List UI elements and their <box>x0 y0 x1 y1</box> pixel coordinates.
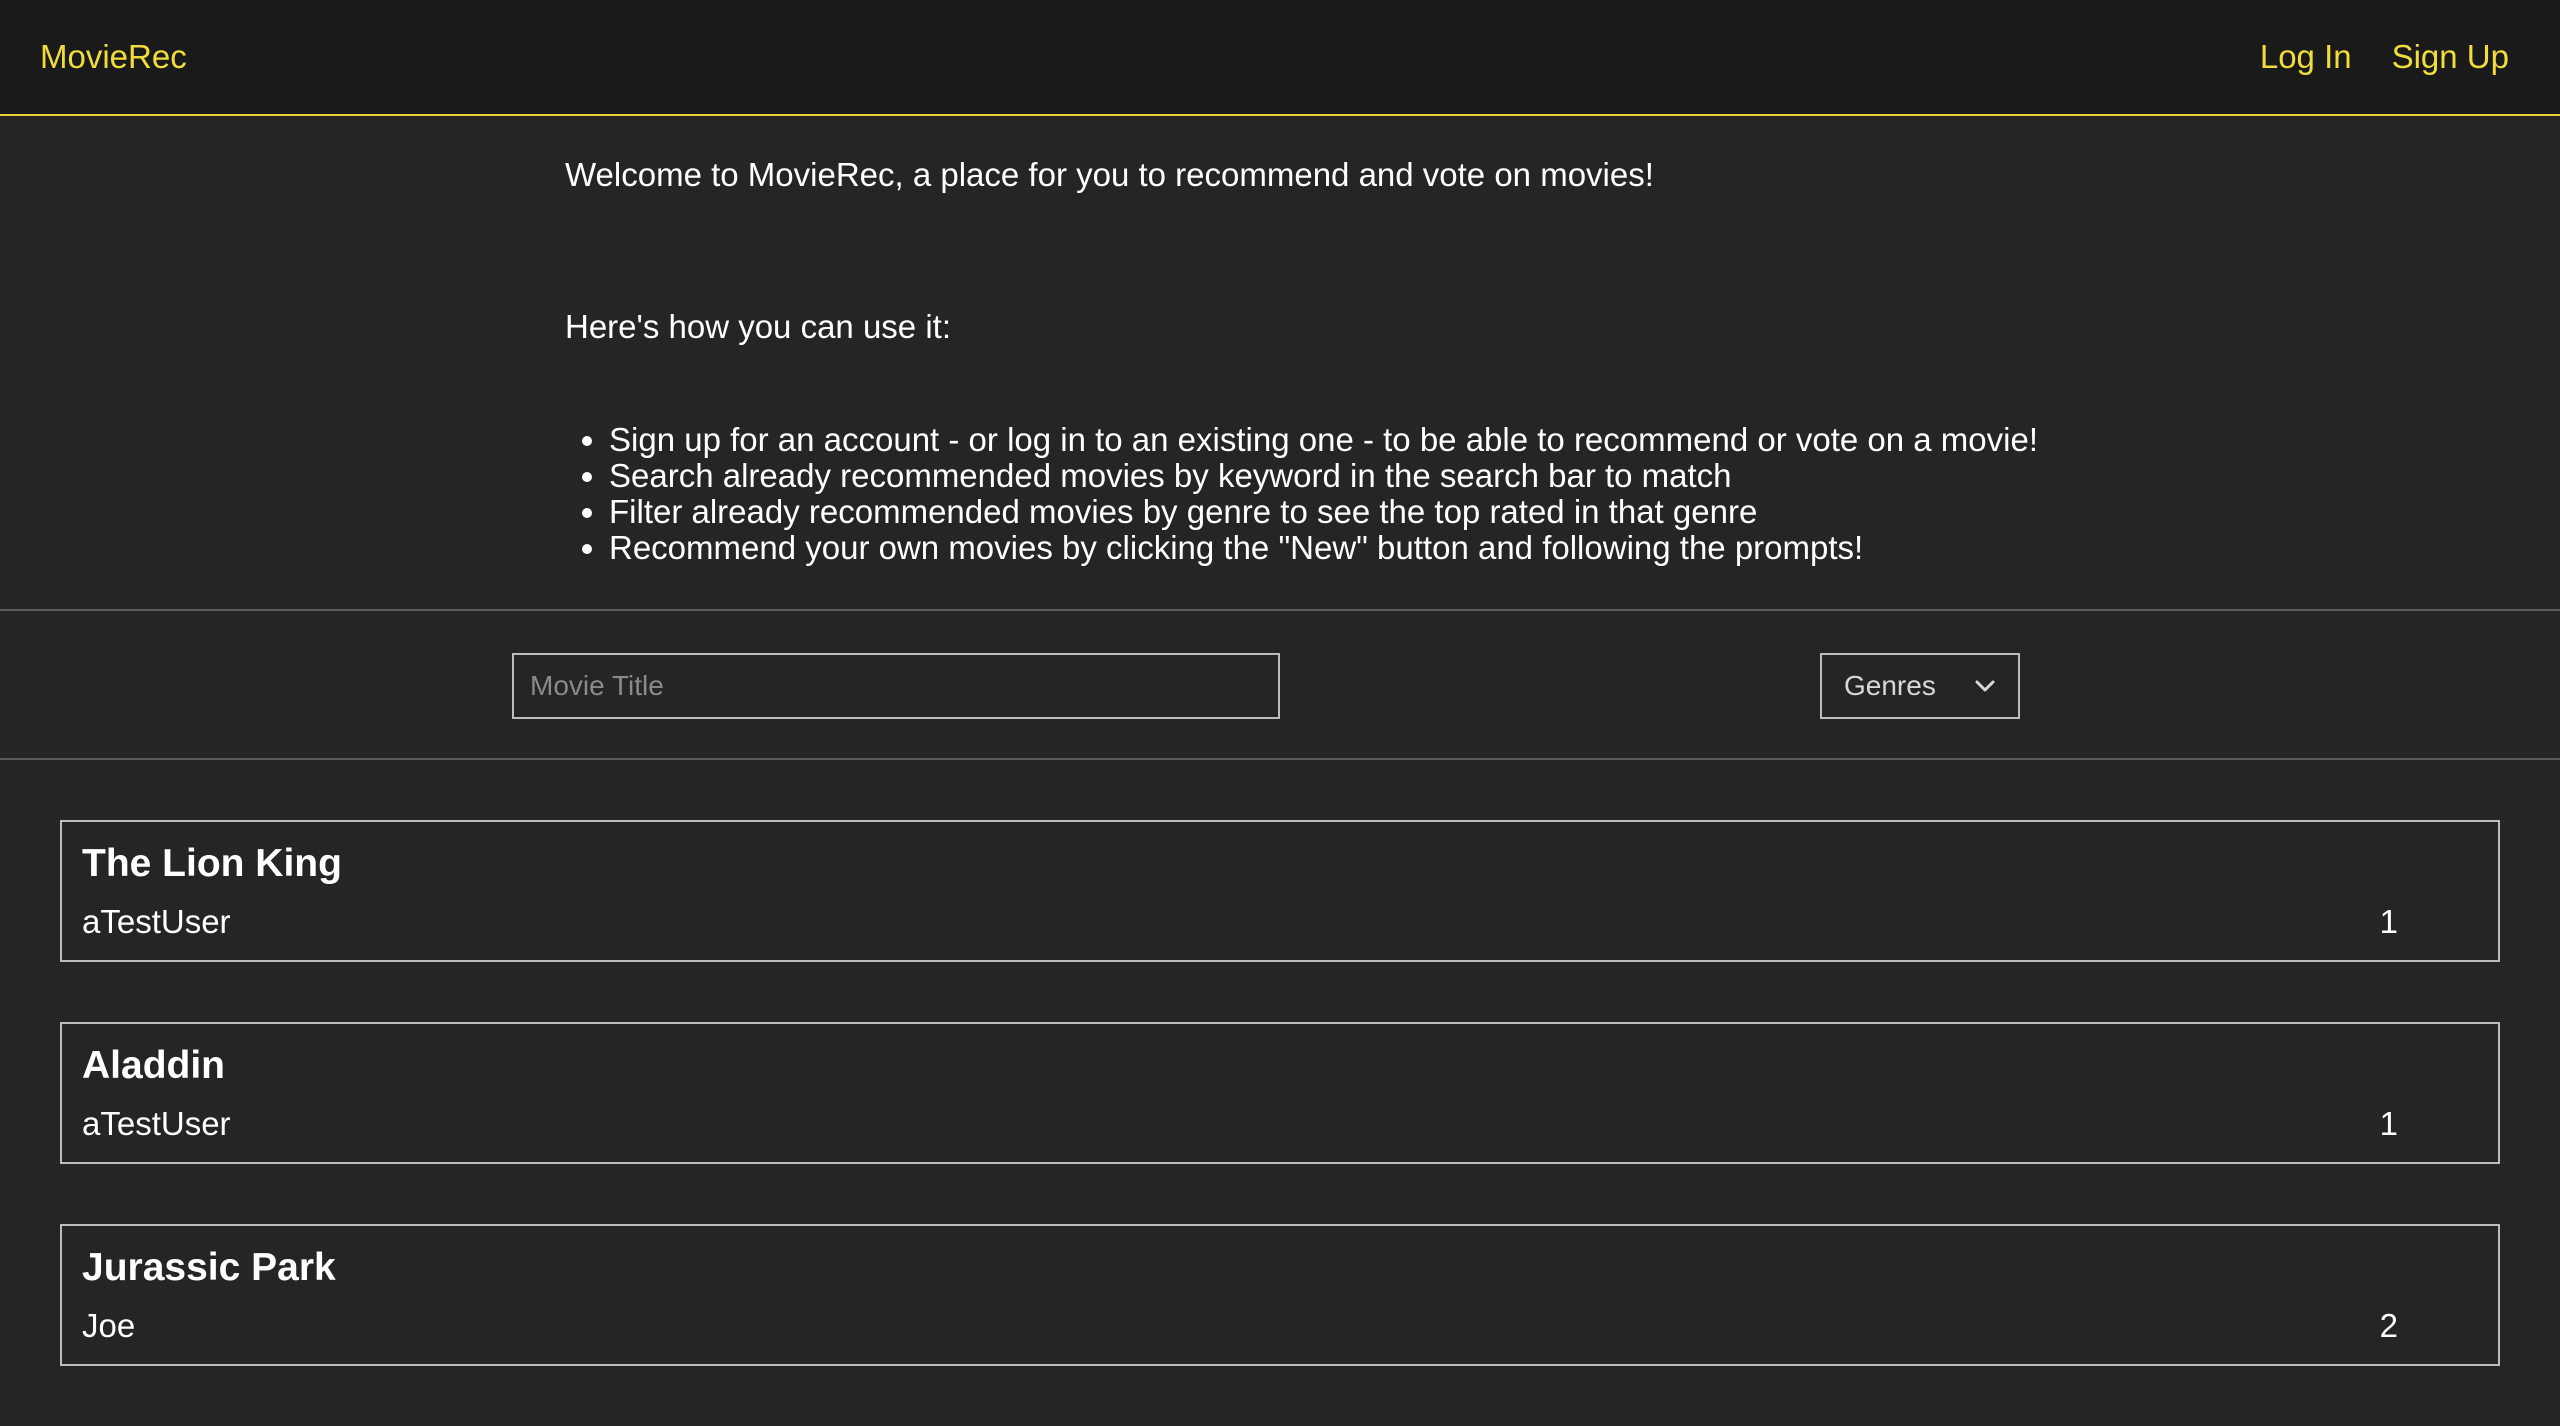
movie-recommender: aTestUser <box>82 1105 231 1142</box>
movie-vote-count: 2 <box>2379 1307 2398 1344</box>
signup-link[interactable]: Sign Up <box>2392 36 2509 78</box>
brand-link[interactable]: MovieRec <box>40 36 187 78</box>
movie-card[interactable]: Aladdin aTestUser 1 <box>60 1022 2500 1164</box>
movie-recommender: Joe <box>82 1307 136 1344</box>
genre-select[interactable]: Genres <box>1820 653 2020 719</box>
movie-title-search-input[interactable] <box>512 653 1280 719</box>
instructions-list: Sign up for an account - or log in to an… <box>565 422 2038 566</box>
instruction-item: Search already recommended movies by key… <box>609 458 2038 494</box>
instruction-item: Filter already recommended movies by gen… <box>609 494 2038 530</box>
nav-links: Log In Sign Up <box>2260 36 2509 78</box>
movie-card[interactable]: The Lion King aTestUser 1 <box>60 820 2500 962</box>
chevron-down-icon <box>1974 675 1996 697</box>
intro-section: Welcome to MovieRec, a place for you to … <box>0 116 2560 611</box>
login-link[interactable]: Log In <box>2260 36 2352 78</box>
navbar: MovieRec Log In Sign Up <box>0 0 2560 116</box>
filter-bar: Genres <box>0 611 2560 760</box>
movie-recommender: aTestUser <box>82 903 231 940</box>
movie-card[interactable]: Jurassic Park Joe 2 <box>60 1224 2500 1366</box>
movie-title: Jurassic Park <box>82 1246 336 1289</box>
instruction-item: Recommend your own movies by clicking th… <box>609 530 2038 566</box>
genre-select-value: Genres <box>1844 670 1936 701</box>
instruction-item: Sign up for an account - or log in to an… <box>609 422 2038 458</box>
how-to-heading: Here's how you can use it: <box>565 308 951 345</box>
welcome-text: Welcome to MovieRec, a place for you to … <box>565 156 1654 193</box>
movie-list: The Lion King aTestUser 1 Aladdin aTestU… <box>60 820 2500 1426</box>
movie-title: The Lion King <box>82 842 342 885</box>
movie-vote-count: 1 <box>2379 903 2398 940</box>
movie-title: Aladdin <box>82 1044 225 1087</box>
movie-vote-count: 1 <box>2379 1105 2398 1142</box>
